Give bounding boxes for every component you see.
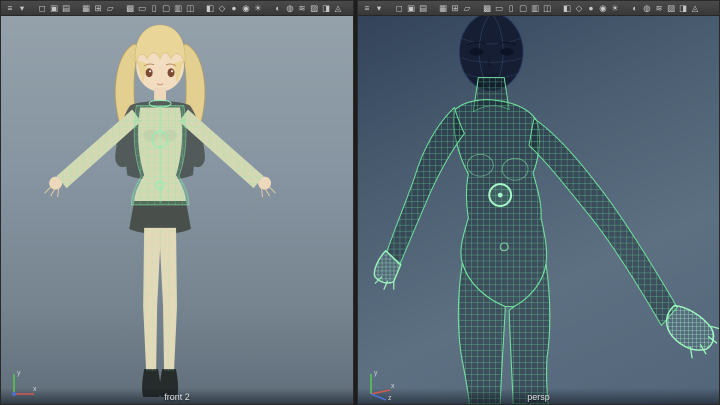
film-gate-icon[interactable]: ▭	[493, 2, 505, 15]
scene-persp[interactable]: y x z persp	[358, 16, 719, 404]
shadows-icon[interactable]: ◐	[629, 2, 641, 15]
lock-camera-icon[interactable]: ◻	[393, 2, 405, 15]
two-d-pan-zoom-icon[interactable]: ⊞	[92, 2, 104, 15]
shaded-icon[interactable]: ●	[585, 2, 597, 15]
xray-icon[interactable]: ◨	[677, 2, 689, 15]
axis-y-label: y	[374, 370, 378, 377]
lock-camera-icon[interactable]: ◻	[36, 2, 48, 15]
image-plane-icon[interactable]: ▦	[80, 2, 92, 15]
panel-menu-icon[interactable]: ≡	[361, 2, 373, 15]
grease-pencil-icon[interactable]: ▱	[461, 2, 473, 15]
shaded-icon[interactable]: ●	[228, 2, 240, 15]
character-wireframe-model[interactable]	[358, 16, 719, 404]
safe-title-icon[interactable]: ◧	[204, 2, 216, 15]
viewport-persp: ≡ ▾ ◻ ▣ ▤ ▦ ⊞ ▱ ▩ ▭ ▯ ▢ ▥ ◫ ◧ ◇ ● ◉ ☀ ◐ ◍ ≋ ▨ ◨ ◬	[357, 0, 720, 405]
panel-toolbar-front: ≡ ▾ ◻ ▣ ▤ ▦ ⊞ ▱ ▩ ▭ ▯ ▢ ▥ ◫ ◧ ◇ ● ◉ ☀ ◐ ◍ ≋ ▨ ◨ ◬	[1, 1, 353, 16]
film-gate-icon[interactable]: ▭	[136, 2, 148, 15]
character-head	[134, 24, 186, 104]
axis-x-label: x	[391, 383, 395, 390]
textured-icon[interactable]: ◉	[597, 2, 609, 15]
safe-title-icon[interactable]: ◧	[561, 2, 573, 15]
wireframe-body[interactable]	[373, 77, 719, 404]
wireframe-overlay	[56, 99, 264, 372]
grid-icon[interactable]: ▩	[124, 2, 136, 15]
bookmark-icon[interactable]: ▤	[60, 2, 72, 15]
character-shaded-model[interactable]	[1, 16, 353, 404]
grid-icon[interactable]: ▩	[481, 2, 493, 15]
lighting-icon[interactable]: ☀	[609, 2, 621, 15]
xray-icon[interactable]: ◨	[320, 2, 332, 15]
ambient-occlusion-icon[interactable]: ◍	[284, 2, 296, 15]
camera-select-icon[interactable]: ▾	[373, 2, 385, 15]
scene-front[interactable]: y x front 2	[1, 16, 353, 404]
field-chart-icon[interactable]: ▥	[172, 2, 184, 15]
panel-menu-icon[interactable]: ≡	[4, 2, 16, 15]
gate-mask-icon[interactable]: ▢	[160, 2, 172, 15]
maya-window: ≡ ▾ ◻ ▣ ▤ ▦ ⊞ ▱ ▩ ▭ ▯ ▢ ▥ ◫ ◧ ◇ ● ◉ ☀ ◐ ◍ ≋ ▨ ◨ ◬	[0, 0, 720, 405]
bookmark-icon[interactable]: ▤	[417, 2, 429, 15]
viewport-front: ≡ ▾ ◻ ▣ ▤ ▦ ⊞ ▱ ▩ ▭ ▯ ▢ ▥ ◫ ◧ ◇ ● ◉ ☀ ◐ ◍ ≋ ▨ ◨ ◬	[0, 0, 354, 405]
camera-label-persp: persp	[527, 392, 550, 402]
gate-mask-icon[interactable]: ▢	[517, 2, 529, 15]
wireframe-icon[interactable]: ◇	[573, 2, 585, 15]
multisample-icon[interactable]: ▨	[308, 2, 320, 15]
axis-y-label: y	[17, 370, 21, 377]
motion-blur-icon[interactable]: ≋	[653, 2, 665, 15]
two-d-pan-zoom-icon[interactable]: ⊞	[449, 2, 461, 15]
camera-attributes-icon[interactable]: ▣	[405, 2, 417, 15]
isolate-select-icon[interactable]: ◬	[332, 2, 344, 15]
chest-selection-ring	[488, 183, 513, 208]
safe-action-icon[interactable]: ◫	[184, 2, 196, 15]
lighting-icon[interactable]: ☀	[252, 2, 264, 15]
camera-select-icon[interactable]: ▾	[16, 2, 28, 15]
grease-pencil-icon[interactable]: ▱	[104, 2, 116, 15]
shadows-icon[interactable]: ◐	[272, 2, 284, 15]
field-chart-icon[interactable]: ▥	[529, 2, 541, 15]
camera-label-front: front 2	[164, 392, 190, 402]
image-plane-icon[interactable]: ▦	[437, 2, 449, 15]
panel-toolbar-persp: ≡ ▾ ◻ ▣ ▤ ▦ ⊞ ▱ ▩ ▭ ▯ ▢ ▥ ◫ ◧ ◇ ● ◉ ☀ ◐ ◍ ≋ ▨ ◨ ◬	[358, 1, 719, 16]
isolate-select-icon[interactable]: ◬	[689, 2, 701, 15]
resolution-gate-icon[interactable]: ▯	[505, 2, 517, 15]
wireframe-icon[interactable]: ◇	[216, 2, 228, 15]
multisample-icon[interactable]: ▨	[665, 2, 677, 15]
motion-blur-icon[interactable]: ≋	[296, 2, 308, 15]
resolution-gate-icon[interactable]: ▯	[148, 2, 160, 15]
safe-action-icon[interactable]: ◫	[541, 2, 553, 15]
camera-attributes-icon[interactable]: ▣	[48, 2, 60, 15]
textured-icon[interactable]: ◉	[240, 2, 252, 15]
ambient-occlusion-icon[interactable]: ◍	[641, 2, 653, 15]
